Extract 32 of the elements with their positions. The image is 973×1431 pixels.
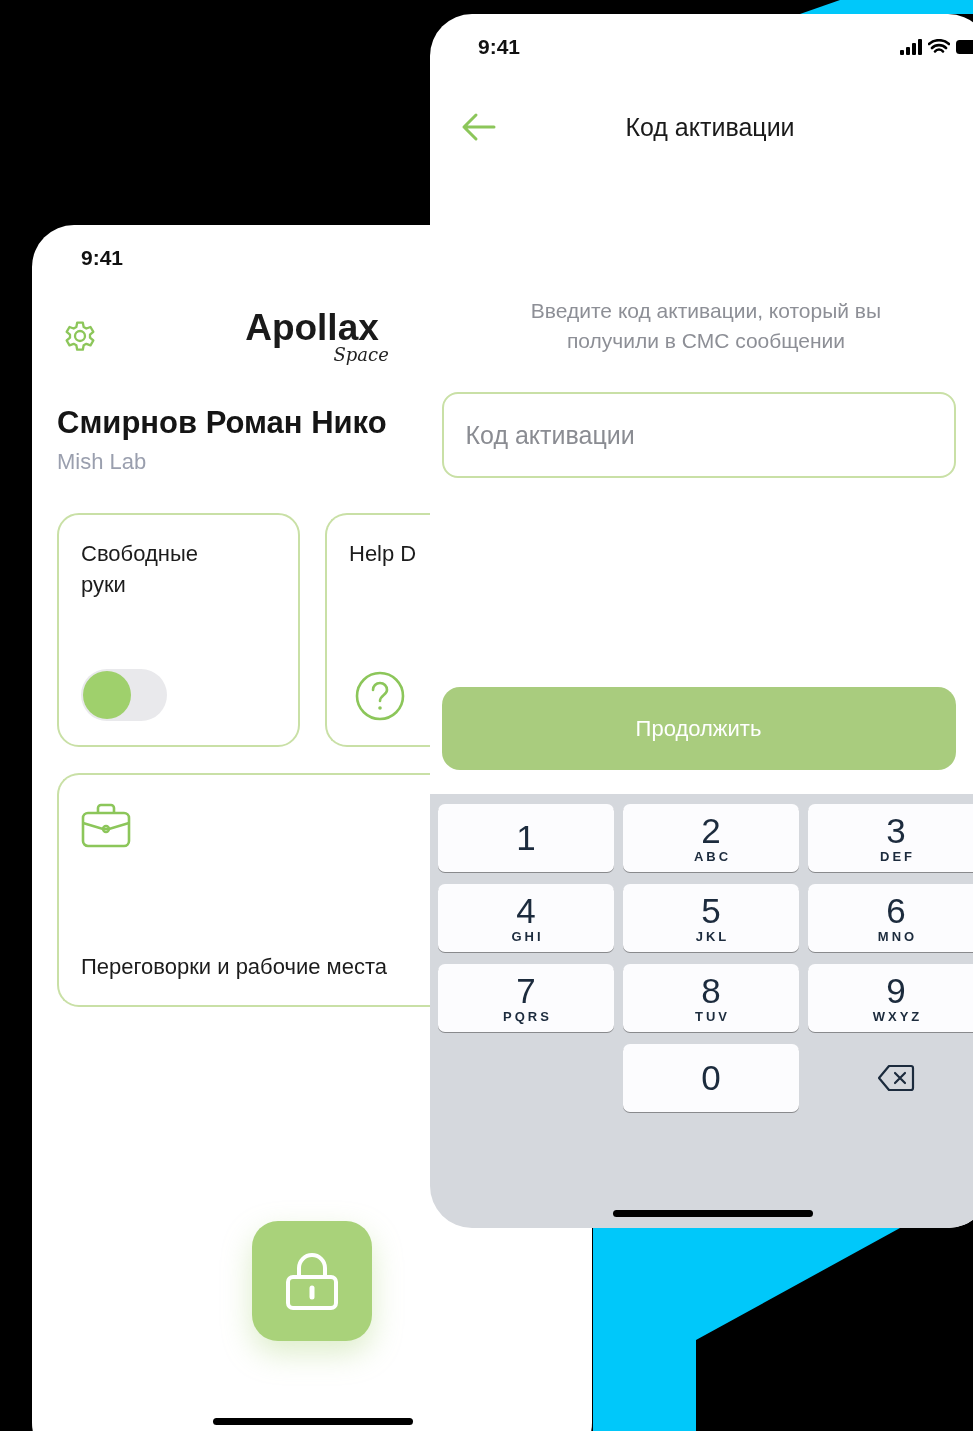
keypad-key[interactable]: 4 GHI	[438, 884, 614, 952]
feature-card[interactable]: Свободные руки	[57, 513, 300, 747]
card-title: Help D	[349, 540, 417, 568]
keypad-key[interactable]: 9 WXYZ	[808, 964, 973, 1032]
keypad-key[interactable]: 2 ABC	[623, 804, 799, 872]
keypad-key[interactable]: 5 JKL	[623, 884, 799, 952]
activation-code-field[interactable]: Код активации	[441, 392, 956, 478]
back-arrow-icon[interactable]	[460, 112, 496, 142]
help-icon	[355, 671, 405, 721]
status-time: 9:41	[81, 246, 124, 270]
wifi-icon	[928, 39, 950, 55]
keypad-key[interactable]: 0	[623, 1044, 799, 1112]
card-title: Переговорки и рабочие места	[81, 953, 387, 982]
keypad-key[interactable]: 1	[438, 804, 614, 872]
backspace-icon[interactable]	[877, 1064, 915, 1092]
status-time: 9:41	[478, 35, 521, 59]
unlock-button[interactable]	[252, 1221, 372, 1341]
instruction-text: Введите код активации, который вы получили в СМС сообщении	[529, 298, 883, 354]
toggle-switch[interactable]	[81, 669, 167, 721]
logo-tagline: Space	[333, 345, 389, 364]
keypad-key[interactable]: 7 PQRS	[438, 964, 614, 1032]
card-title: Свободные руки	[81, 540, 199, 599]
signal-icon	[900, 39, 922, 55]
padlock-icon	[284, 1251, 340, 1311]
keypad-key[interactable]: 6 MNO	[808, 884, 973, 952]
keypad-key[interactable]: 3 DEF	[808, 804, 973, 872]
user-name: Смирнов Роман Нико	[57, 405, 387, 441]
logo-wordmark: Apollax	[245, 308, 379, 346]
company-name: Mish Lab	[57, 449, 148, 475]
screen-title: Код активации	[625, 112, 795, 142]
briefcase-icon	[81, 803, 131, 849]
keypad-key[interactable]: 8 TUV	[623, 964, 799, 1032]
